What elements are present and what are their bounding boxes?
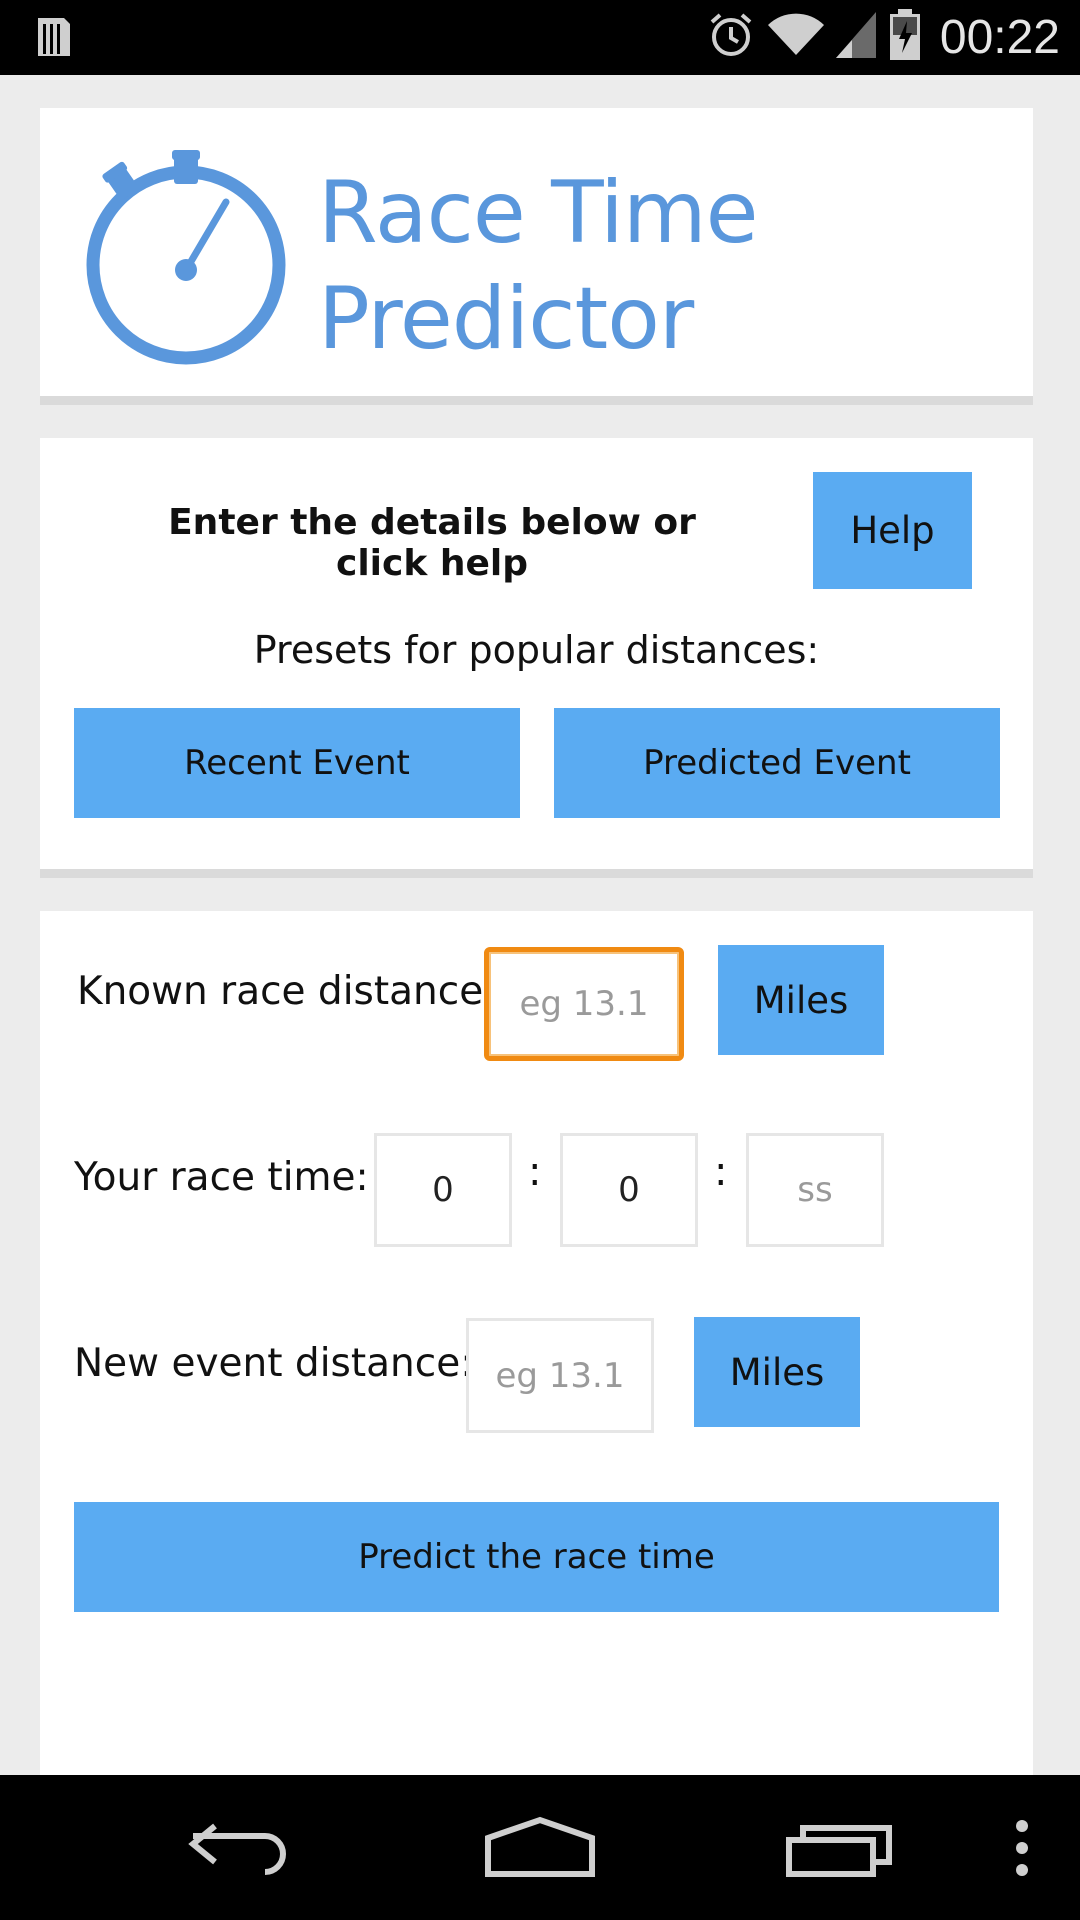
stopwatch-icon xyxy=(86,130,296,385)
predicted-event-button[interactable]: Predicted Event xyxy=(554,708,1000,818)
sim-card-icon xyxy=(34,12,74,65)
battery-icon xyxy=(888,9,922,66)
status-bar: 00:22 xyxy=(0,0,1080,75)
app-title-line1: Race Time xyxy=(318,163,759,263)
known-distance-unit-button[interactable]: Miles xyxy=(718,945,884,1055)
minutes-input[interactable] xyxy=(560,1133,698,1247)
form-card: Known race distance: Miles Your race tim… xyxy=(40,911,1033,1920)
intro-card: Enter the details below or click help He… xyxy=(40,438,1033,878)
seconds-input[interactable] xyxy=(746,1133,884,1247)
wifi-icon xyxy=(767,13,824,62)
time-separator: : xyxy=(714,1149,728,1195)
back-icon[interactable] xyxy=(180,1775,300,1920)
app-title-line2: Predictor xyxy=(318,269,694,369)
known-distance-label: Known race distance: xyxy=(77,969,497,1014)
new-distance-input[interactable] xyxy=(466,1318,654,1433)
known-distance-input[interactable] xyxy=(484,947,684,1061)
time-separator: : xyxy=(528,1149,542,1195)
recent-apps-icon[interactable] xyxy=(780,1775,900,1920)
presets-label: Presets for popular distances: xyxy=(253,628,820,672)
clock-time: 00:22 xyxy=(939,11,1060,64)
help-button[interactable]: Help xyxy=(813,472,972,589)
signal-icon xyxy=(835,12,876,63)
race-time-label: Your race time: xyxy=(74,1155,369,1200)
instruction-text: Enter the details below or click help xyxy=(168,502,696,584)
home-icon[interactable] xyxy=(480,1775,600,1920)
navigation-bar xyxy=(0,1775,1080,1920)
header-card: Race Time Predictor xyxy=(40,108,1033,405)
predict-button[interactable]: Predict the race time xyxy=(74,1502,999,1612)
alarm-clock-icon xyxy=(706,10,756,65)
new-distance-unit-button[interactable]: Miles xyxy=(694,1317,860,1427)
new-distance-label: New event distance: xyxy=(74,1341,474,1386)
app-title: Race Time Predictor xyxy=(318,160,759,372)
recent-event-button[interactable]: Recent Event xyxy=(74,708,520,818)
overflow-menu-icon[interactable] xyxy=(1000,1775,1044,1920)
hours-input[interactable] xyxy=(374,1133,512,1247)
